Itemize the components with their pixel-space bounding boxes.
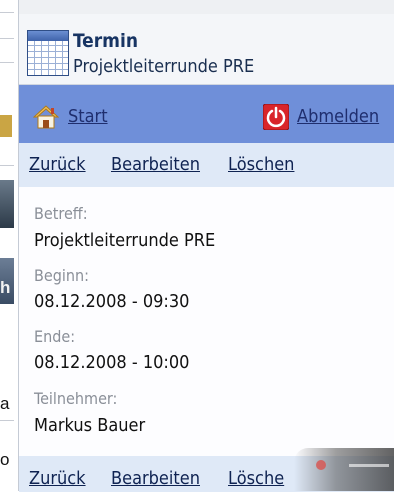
- page-subtitle: Projektleiterrunde PRE: [73, 56, 255, 77]
- navigation-bar: Start Abmelden: [19, 85, 394, 143]
- delete-link[interactable]: Löschen: [228, 154, 294, 175]
- end-value: 08.12.2008 - 10:00: [34, 352, 190, 373]
- delete-link-bottom[interactable]: Lösche: [228, 468, 284, 489]
- back-link[interactable]: Zurück: [29, 154, 86, 175]
- back-link-bottom[interactable]: Zurück: [29, 468, 86, 489]
- appointment-window: Termin Projektleiterrunde PRE Start Abme…: [18, 0, 394, 492]
- power-icon[interactable]: [263, 104, 289, 130]
- dock-overlay: [294, 448, 394, 491]
- appointment-header: Termin Projektleiterrunde PRE: [19, 14, 394, 85]
- background-window-strip: h a o: [0, 0, 18, 491]
- appointment-details: Betreff: Projektleiterrunde PRE Beginn: …: [19, 187, 394, 456]
- start-link[interactable]: Start: [68, 106, 108, 127]
- bg-thumbnail: [0, 180, 14, 228]
- bg-divider: [0, 38, 14, 39]
- record-icon: [316, 460, 326, 470]
- edit-link-bottom[interactable]: Bearbeiten: [111, 468, 200, 489]
- subject-value: Projektleiterrunde PRE: [34, 230, 216, 251]
- calendar-icon: [27, 30, 69, 76]
- participants-label: Teilnehmer:: [34, 389, 118, 408]
- bg-divider: [0, 12, 14, 13]
- bg-text-fragment: a: [0, 394, 10, 413]
- slider-bar: [349, 464, 389, 467]
- bg-divider: [0, 62, 14, 63]
- participants-value: Markus Bauer: [34, 415, 146, 436]
- bg-thumbnail: [0, 115, 12, 137]
- bg-text-fragment: h: [0, 278, 11, 297]
- window-top-strip: [19, 0, 394, 14]
- bg-divider: [0, 165, 14, 166]
- action-bar-top: Zurück Bearbeiten Löschen: [19, 143, 394, 187]
- logout-link[interactable]: Abmelden: [297, 106, 379, 127]
- edit-link[interactable]: Bearbeiten: [111, 154, 200, 175]
- home-icon[interactable]: [33, 105, 59, 129]
- subject-label: Betreff:: [34, 204, 88, 223]
- start-value: 08.12.2008 - 09:30: [34, 291, 190, 312]
- page-title: Termin: [73, 30, 139, 52]
- bg-divider: [0, 420, 14, 421]
- bg-text-fragment: o: [0, 450, 10, 469]
- end-label: Ende:: [34, 327, 76, 346]
- start-label: Beginn:: [34, 266, 89, 285]
